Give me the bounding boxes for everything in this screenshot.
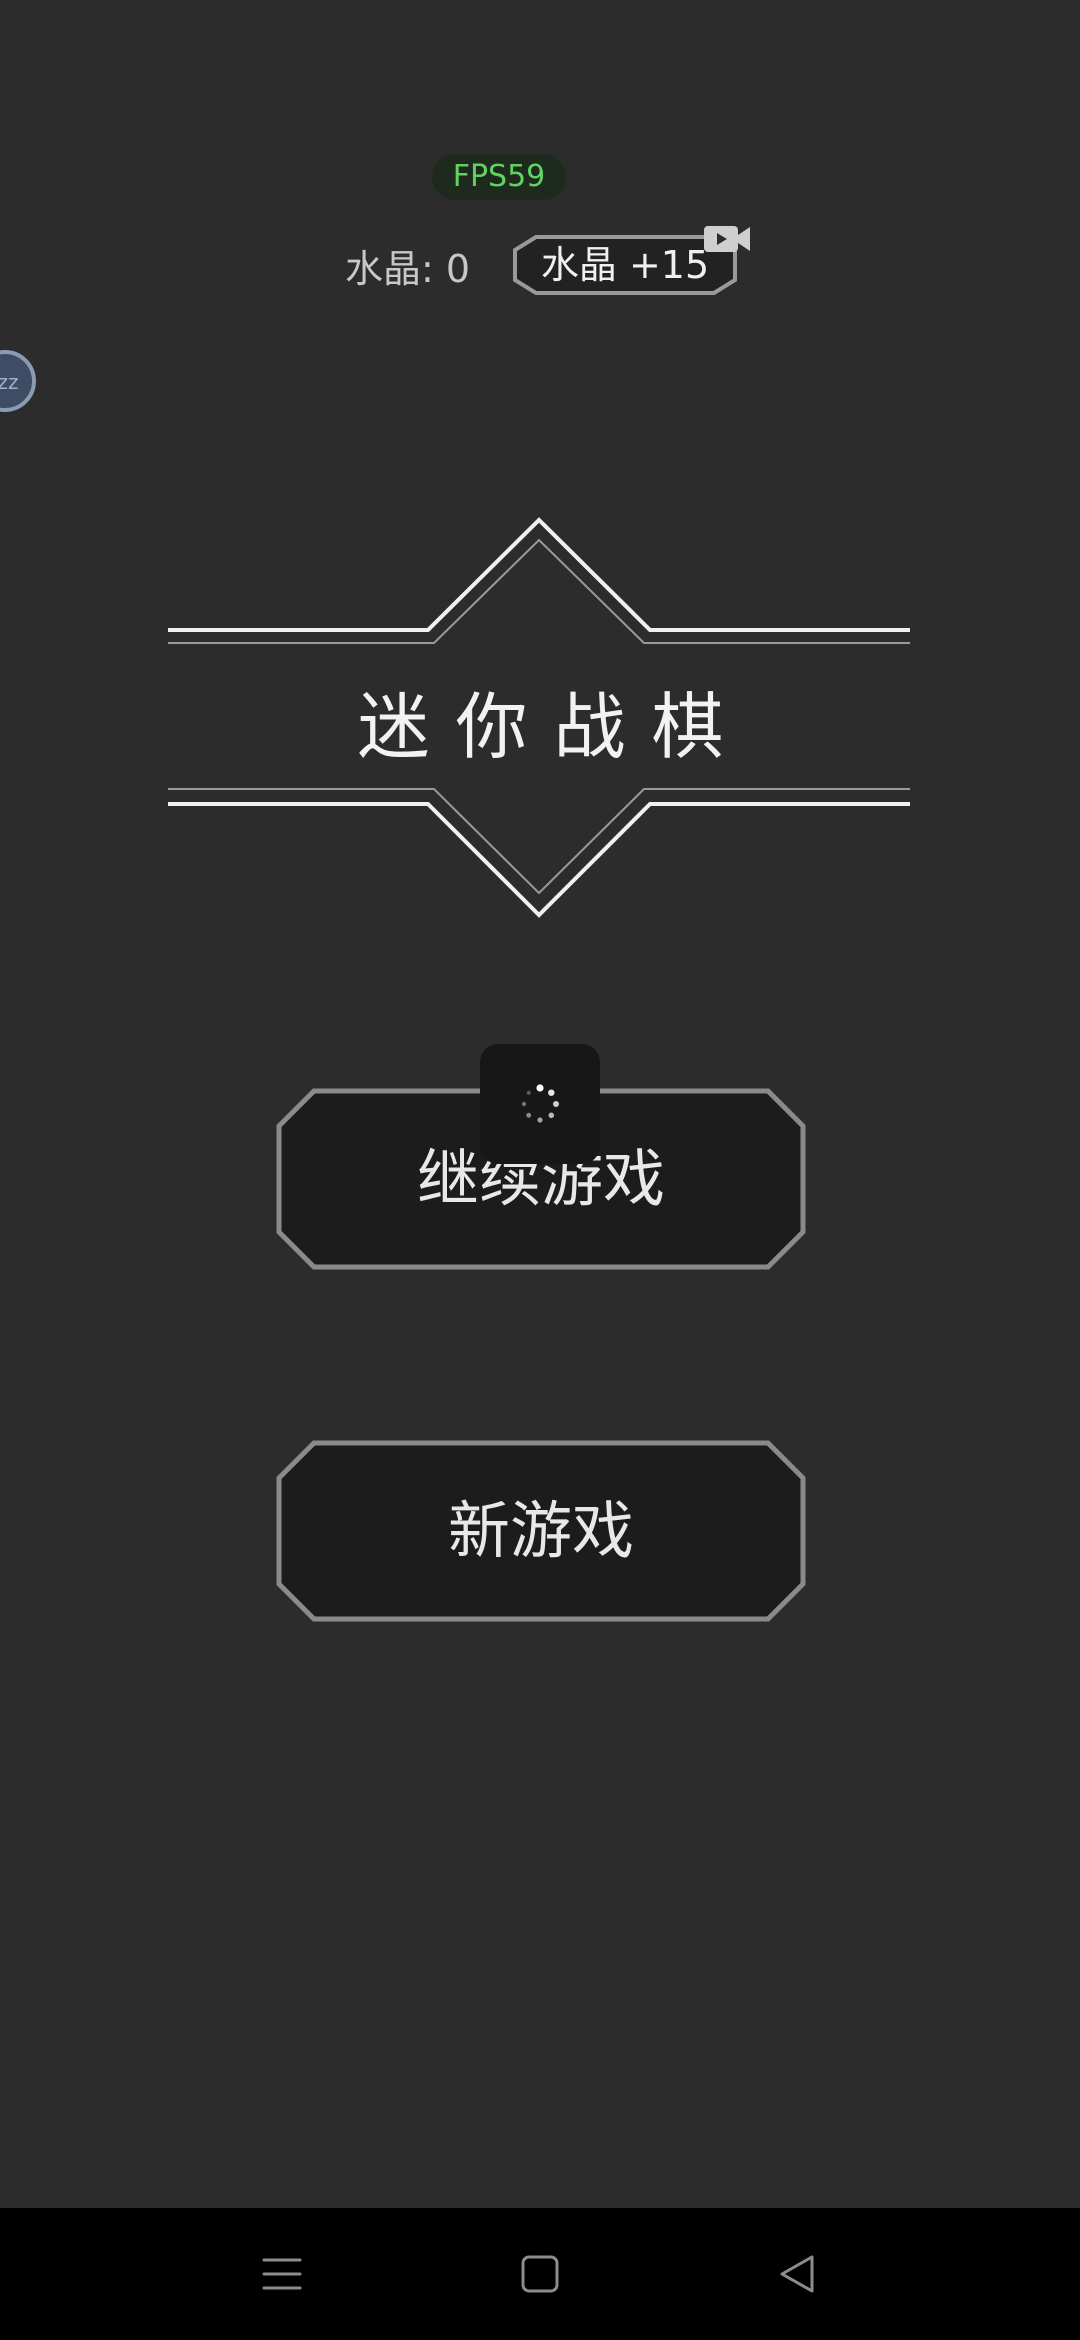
new-game-button[interactable]: 新游戏 bbox=[276, 1440, 806, 1622]
spinner-icon bbox=[521, 1084, 559, 1123]
fps-counter: FPS59 bbox=[432, 154, 566, 200]
system-navigation-bar bbox=[0, 2208, 1080, 2340]
crystal-count: 水晶: 0 bbox=[345, 247, 471, 291]
new-game-label: 新游戏 bbox=[447, 1494, 634, 1567]
svg-text:zz: zz bbox=[0, 370, 19, 394]
back-triangle-icon[interactable] bbox=[768, 2244, 828, 2304]
video-camera-icon bbox=[702, 222, 754, 256]
loading-overlay bbox=[480, 1044, 600, 1164]
floating-assist-ball[interactable]: zz bbox=[0, 350, 36, 412]
game-title: 迷你战棋 bbox=[357, 685, 750, 769]
home-square-icon[interactable] bbox=[510, 2244, 570, 2304]
menu-icon[interactable] bbox=[252, 2244, 312, 2304]
